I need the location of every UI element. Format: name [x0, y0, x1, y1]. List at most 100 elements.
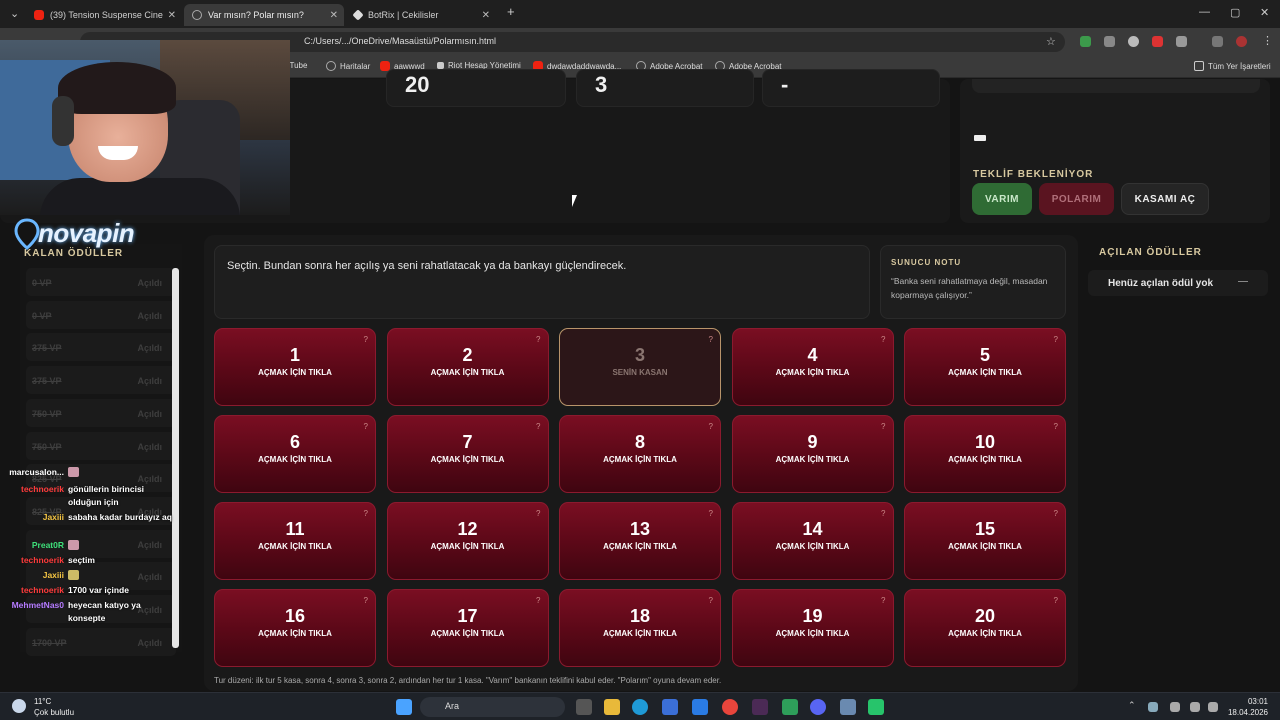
case-number: 17 — [457, 606, 478, 626]
app-icon[interactable] — [868, 699, 884, 715]
clock[interactable]: 03:01 18.04.2026 — [1228, 696, 1268, 718]
discord-icon[interactable] — [810, 699, 826, 715]
extension-icon[interactable] — [1104, 36, 1115, 47]
bookmark-maps[interactable]: Haritalar — [326, 61, 370, 71]
case-box[interactable]: 13 AÇMAK İÇİN TIKLA? — [559, 502, 721, 580]
windows-start-icon[interactable] — [396, 699, 412, 715]
case-number: 16 — [284, 606, 306, 626]
profile-icon[interactable] — [1236, 36, 1247, 47]
store-icon[interactable] — [662, 699, 678, 715]
stat-card: 20 — [386, 69, 566, 107]
case-box[interactable]: 12 AÇMAK İÇİN TIKLA? — [386, 502, 549, 580]
chat-username[interactable]: Jaxiii — [43, 569, 64, 582]
tab-polar[interactable]: Var mısın? Polar mısın? ✕ — [184, 4, 344, 26]
close-tab-icon[interactable]: ✕ — [330, 10, 338, 21]
all-bookmarks[interactable]: Tüm Yer İşaretleri — [1194, 61, 1271, 71]
chat-username[interactable]: technoerik — [21, 554, 64, 567]
bookmark-label: Haritalar — [340, 61, 371, 71]
extension-icon[interactable] — [1152, 36, 1163, 47]
opened-prizes-empty: Henüz açılan ödül yok — — [1088, 270, 1268, 296]
more-options-icon[interactable]: ⋮ — [1262, 34, 1273, 47]
chat-username[interactable]: Jaxiii — [43, 511, 64, 524]
clock-time: 03:01 — [1247, 697, 1268, 706]
onedrive-icon[interactable] — [1148, 702, 1158, 712]
microphone-icon[interactable] — [1170, 702, 1180, 712]
puzzle-icon[interactable] — [1176, 36, 1187, 47]
case-box[interactable]: 9 AÇMAK İÇİN TIKLA? — [731, 415, 894, 493]
task-view-icon[interactable] — [576, 699, 592, 715]
shield-extension-icon[interactable] — [1080, 36, 1091, 47]
file-explorer-icon[interactable] — [604, 699, 620, 715]
case-box[interactable]: 20 AÇMAK İÇİN TIKLA? — [904, 589, 1066, 667]
chat-text: sabaha kadar burdayız aq — [68, 512, 172, 522]
case-box[interactable]: 15 AÇMAK İÇİN TIKLA? — [904, 502, 1066, 580]
outlook-icon[interactable] — [692, 699, 708, 715]
kasami-ac-button[interactable]: KASAMI AÇ — [1121, 183, 1209, 215]
star-icon[interactable]: ☆ — [1046, 35, 1056, 48]
streamer-hair — [58, 62, 176, 114]
app-icon[interactable] — [782, 699, 798, 715]
weather-widget[interactable]: 11°C Çok bulutlu — [34, 696, 74, 718]
app-icon[interactable] — [840, 699, 856, 715]
mouse-cursor-icon — [572, 195, 582, 207]
case-number: 1 — [289, 345, 300, 365]
chat-username[interactable]: technoerik — [21, 584, 64, 597]
case-label: AÇMAK İÇİN TIKLA — [948, 542, 1022, 551]
close-window-icon[interactable]: ✕ — [1260, 6, 1269, 19]
tab-youtube[interactable]: (39) Tension Suspense Cine ✕ — [26, 4, 182, 26]
prize-value: 750 VP — [32, 408, 62, 419]
prize-status: Açıldı — [137, 376, 162, 387]
case-box[interactable]: 11 AÇMAK İÇİN TIKLA? — [214, 502, 376, 580]
stat-value: 3 — [595, 72, 608, 97]
case-box[interactable]: 18 AÇMAK İÇİN TIKLA? — [559, 589, 721, 667]
case-box[interactable]: 19 AÇMAK İÇİN TIKLA? — [731, 589, 894, 667]
edge-icon[interactable] — [632, 699, 648, 715]
polarim-button[interactable]: POLARIM — [1039, 183, 1114, 215]
case-number: 9 — [807, 432, 818, 452]
chat-username[interactable]: marcusalon... — [9, 466, 64, 479]
case-box[interactable]: 2 AÇMAK İÇİN TIKLA? — [386, 328, 549, 406]
app-icon[interactable] — [752, 699, 768, 715]
chat-username[interactable]: MehmetNas0 — [12, 599, 64, 612]
taskbar-search[interactable]: Ara — [420, 697, 565, 717]
case-label: AÇMAK İÇİN TIKLA — [775, 368, 850, 377]
new-tab-plus-icon[interactable]: + — [507, 4, 515, 19]
case-box[interactable]: 1 AÇMAK İÇİN TIKLA? — [214, 328, 376, 406]
volume-icon[interactable] — [1208, 702, 1218, 712]
chrome-icon[interactable] — [722, 699, 738, 715]
tab-list-chevron-icon[interactable]: ⌄ — [10, 7, 19, 20]
chat-username[interactable]: Preat0R — [32, 539, 64, 552]
prize-value: 750 VP — [32, 441, 62, 452]
chat-emote-icon — [68, 467, 79, 477]
case-box[interactable]: 5 AÇMAK İÇİN TIKLA? — [904, 328, 1066, 406]
close-tab-icon[interactable]: ✕ — [168, 10, 176, 21]
close-tab-icon[interactable]: ✕ — [482, 10, 490, 21]
prize-value: 375 VP — [32, 376, 62, 387]
headset-icon — [52, 96, 74, 146]
tab-botrix[interactable]: BotRix | Cekilisler ✕ — [346, 4, 496, 26]
weather-desc: Çok bulutlu — [34, 708, 75, 717]
tray-chevron-icon[interactable]: ⌃ — [1128, 700, 1136, 711]
minimize-icon[interactable]: — — [1199, 6, 1210, 18]
question-mark-icon: ? — [708, 335, 713, 344]
chat-username[interactable]: technoerik — [21, 483, 64, 496]
menu-icon[interactable] — [1212, 36, 1223, 47]
varim-button[interactable]: VARIM — [972, 183, 1032, 215]
prize-row: 375 VP Açıldı — [26, 366, 176, 395]
network-icon[interactable] — [1190, 702, 1200, 712]
case-box[interactable]: 16 AÇMAK İÇİN TIKLA? — [214, 589, 376, 667]
case-box[interactable]: 8 AÇMAK İÇİN TIKLA? — [559, 415, 721, 493]
case-box[interactable]: 14 AÇMAK İÇİN TIKLA? — [731, 502, 894, 580]
extension-icon[interactable] — [1128, 36, 1139, 47]
case-box[interactable]: 7 AÇMAK İÇİN TIKLA? — [386, 415, 549, 493]
case-box[interactable]: 17 AÇMAK İÇİN TIKLA? — [386, 589, 549, 667]
question-mark-icon: ? — [708, 509, 713, 518]
case-box[interactable]: 10 AÇMAK İÇİN TIKLA? — [904, 415, 1066, 493]
case-label: AÇMAK İÇİN TIKLA — [603, 542, 677, 551]
clock-date: 18.04.2026 — [1227, 708, 1268, 717]
case-box[interactable]: 6 AÇMAK İÇİN TIKLA? — [214, 415, 376, 493]
maximize-icon[interactable]: ▢ — [1230, 6, 1240, 19]
weather-icon[interactable] — [12, 699, 26, 713]
my-case[interactable]: 3 SENİN KASAN? — [559, 328, 721, 406]
case-box[interactable]: 4 AÇMAK İÇİN TIKLA? — [731, 328, 894, 406]
